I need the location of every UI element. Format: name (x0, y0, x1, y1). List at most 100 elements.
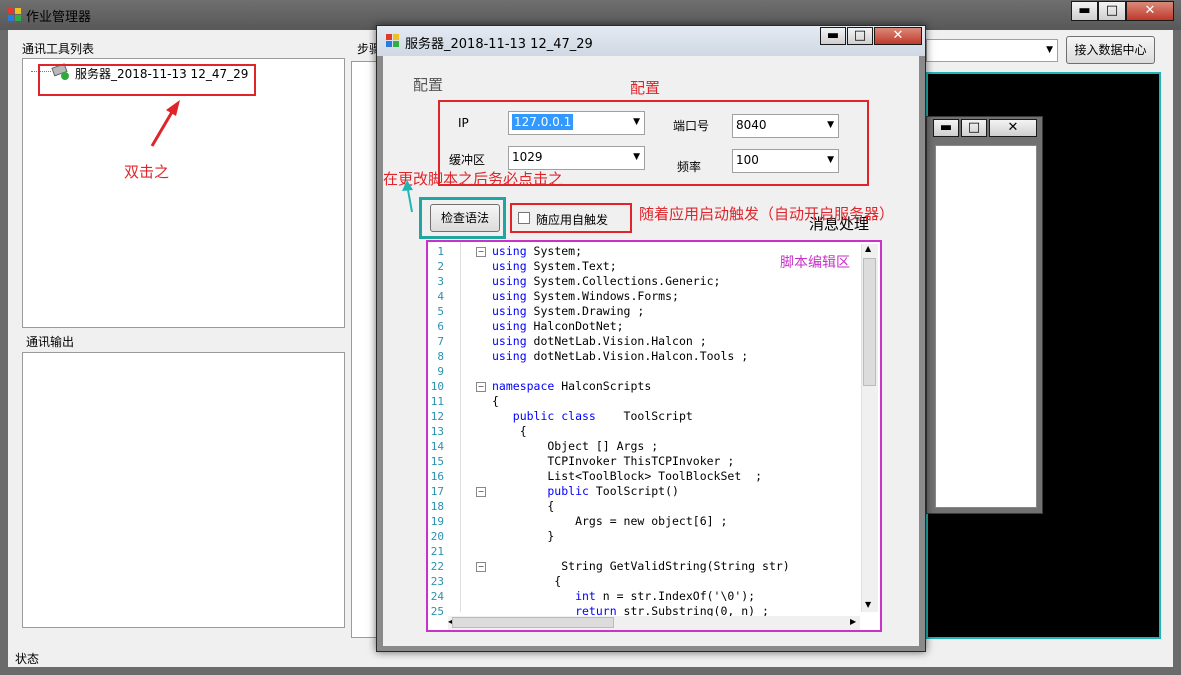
code-keyword: using (492, 289, 527, 303)
code-text: Args = new object[6] ; (492, 514, 728, 528)
line-number: 25 (430, 605, 444, 618)
line-number: 19 (430, 515, 444, 528)
code-text: System.Windows.Forms; (526, 289, 679, 303)
fold-toggle-icon[interactable]: − (476, 382, 486, 392)
connect-data-center-button[interactable]: 接入数据中心 (1066, 36, 1155, 64)
chevron-down-icon: ▼ (1046, 45, 1053, 55)
annotation-config: 配置 (630, 79, 661, 97)
maximize-button[interactable]: □ (1098, 1, 1126, 21)
code-line[interactable]: { (492, 394, 499, 409)
annotation-teal-arrow-icon (402, 180, 418, 214)
code-text: { (492, 574, 562, 588)
code-line[interactable]: List<ToolBlock> ToolBlockSet ; (492, 469, 762, 484)
minimize-button[interactable]: ▬ (933, 119, 959, 137)
code-line[interactable]: { (492, 574, 561, 589)
code-line[interactable]: Args = new object[6] ; (492, 514, 727, 529)
dialog-titlebar[interactable]: 服务器_2018-11-13 12_47_29 ▬ □ ✕ (377, 26, 925, 56)
window-title: 作业管理器 (26, 10, 92, 25)
annotation-auto-trigger-note: 随着应用启动触发（自动开启服务器） (639, 205, 895, 223)
code-line[interactable]: { (492, 424, 527, 439)
maximize-button[interactable]: □ (847, 27, 873, 45)
code-line[interactable]: String GetValidString(String str) (492, 559, 789, 574)
code-keyword: using (492, 259, 527, 273)
code-line[interactable]: using HalconDotNet; (492, 319, 624, 334)
code-text: HalconDotNet; (526, 319, 624, 333)
code-keyword: using (492, 319, 527, 333)
vertical-scrollbar[interactable]: ▲ ▼ (861, 244, 878, 612)
line-number: 13 (430, 425, 444, 438)
code-line[interactable]: using System.Text; (492, 259, 617, 274)
code-text: dotNetLab.Vision.Halcon ; (526, 334, 707, 348)
dialog-title: 服务器_2018-11-13 12_47_29 (405, 37, 593, 52)
vertical-scroll-thumb[interactable] (863, 258, 876, 386)
line-number: 3 (437, 275, 444, 288)
annotation-check-syntax-box (419, 197, 506, 239)
script-editor[interactable]: 1− using System; 2 using System.Text; 3 using… (426, 240, 882, 632)
code-text: ToolScript (595, 409, 693, 423)
code-line[interactable]: using dotNetLab.Vision.Halcon ; (492, 334, 707, 349)
comm-output-panel[interactable] (22, 352, 345, 628)
code-text: n = str.IndexOf('\0'); (595, 589, 756, 603)
code-text: System; (526, 244, 583, 258)
minimize-button[interactable]: ▬ (1071, 1, 1098, 21)
code-keyword: int (492, 589, 596, 603)
line-number: 4 (437, 290, 444, 303)
line-number: 5 (437, 305, 444, 318)
code-keyword: public (492, 484, 589, 498)
data-center-select[interactable]: ▼ (926, 39, 1058, 62)
code-area[interactable]: 1− using System; 2 using System.Text; 3 using… (428, 244, 860, 618)
fold-toggle-icon[interactable]: − (476, 487, 486, 497)
line-number: 2 (437, 260, 444, 273)
scroll-right-icon[interactable]: ▶ (850, 617, 856, 626)
code-keyword: namespace (492, 379, 555, 393)
code-keyword: using (492, 349, 527, 363)
app-icon (8, 8, 22, 22)
line-number: 8 (437, 350, 444, 363)
line-number: 10 (430, 380, 444, 393)
code-line[interactable]: using dotNetLab.Vision.Halcon.Tools ; (492, 349, 748, 364)
close-button[interactable]: ✕ (874, 27, 922, 45)
background-window[interactable]: ▬ □ ✕ (926, 116, 1043, 514)
code-line[interactable]: using System.Collections.Generic; (492, 274, 721, 289)
line-number: 20 (430, 530, 444, 543)
maximize-button[interactable]: □ (961, 119, 987, 137)
scroll-up-icon[interactable]: ▲ (865, 244, 871, 253)
annotation-script-editor: 脚本编辑区 (780, 255, 850, 271)
code-text: } (492, 529, 555, 543)
fold-toggle-icon[interactable]: − (476, 247, 486, 257)
code-line[interactable]: using System.Windows.Forms; (492, 289, 679, 304)
code-line[interactable]: using System; (492, 244, 582, 259)
line-number: 21 (430, 545, 444, 558)
code-text: System.Collections.Generic; (526, 274, 721, 288)
code-line[interactable]: namespace HalconScripts (492, 379, 651, 394)
code-line[interactable]: Object [] Args ; (492, 439, 658, 454)
code-line[interactable]: using System.Drawing ; (492, 304, 644, 319)
line-number: 9 (437, 365, 444, 378)
line-number: 12 (430, 410, 444, 423)
config-group-label: 配置 (413, 76, 444, 94)
line-number: 11 (430, 395, 444, 408)
code-text: System.Text; (526, 259, 617, 273)
fold-toggle-icon[interactable]: − (476, 562, 486, 572)
code-keyword: public class (492, 409, 596, 423)
horizontal-scroll-thumb[interactable] (452, 617, 614, 628)
close-button[interactable]: ✕ (1126, 1, 1174, 21)
code-line[interactable]: public ToolScript() (492, 484, 679, 499)
minimize-button[interactable]: ▬ (820, 27, 846, 45)
code-line[interactable]: { (492, 499, 554, 514)
close-button[interactable]: ✕ (989, 119, 1037, 137)
scroll-down-icon[interactable]: ▼ (865, 600, 871, 609)
code-line[interactable]: } (492, 529, 554, 544)
code-line[interactable]: int n = str.IndexOf('\0'); (492, 589, 755, 604)
code-keyword: using (492, 274, 527, 288)
background-window-body (935, 145, 1037, 508)
line-number: 1 (437, 245, 444, 258)
code-text: System.Drawing ; (526, 304, 645, 318)
code-text: dotNetLab.Vision.Halcon.Tools ; (526, 349, 749, 363)
horizontal-scrollbar[interactable]: ◀ ▶ (448, 616, 860, 630)
code-line[interactable]: TCPInvoker ThisTCPInvoker ; (492, 454, 734, 469)
code-line[interactable]: public class ToolScript (492, 409, 693, 424)
code-text: { (492, 424, 527, 438)
app-icon (386, 34, 400, 48)
code-keyword: using (492, 334, 527, 348)
